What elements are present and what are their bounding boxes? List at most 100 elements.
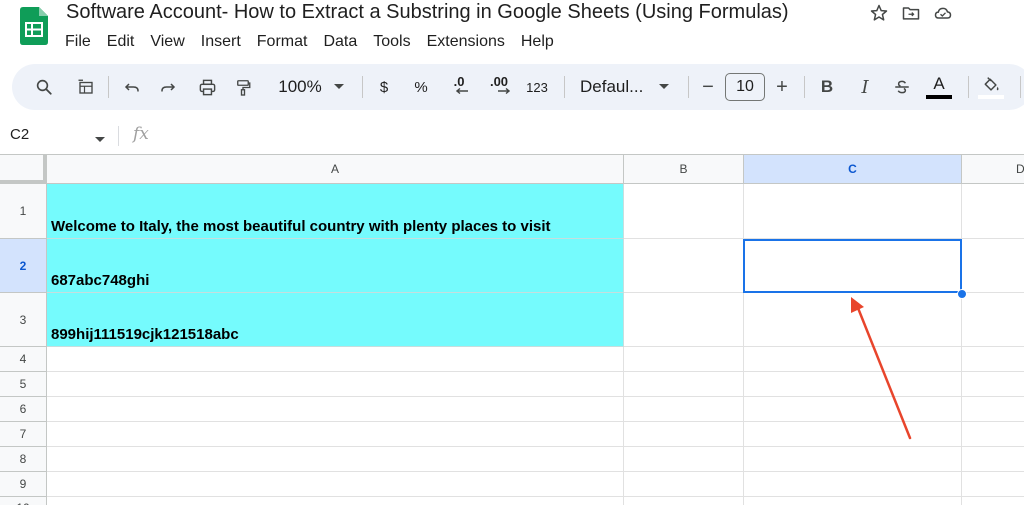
- fill-color-button[interactable]: [978, 64, 1004, 110]
- paint-bucket-icon: [984, 76, 999, 91]
- cell-c9[interactable]: [744, 472, 962, 497]
- menu-file[interactable]: File: [57, 28, 99, 56]
- more-formats-button[interactable]: 123: [522, 64, 552, 110]
- cell-a7[interactable]: [47, 422, 624, 447]
- cell-a5[interactable]: [47, 372, 624, 397]
- active-cell-selection[interactable]: [743, 239, 962, 293]
- row-header-2[interactable]: 2: [0, 239, 47, 293]
- row-header-7[interactable]: 7: [0, 422, 47, 447]
- cell-b8[interactable]: [624, 447, 744, 472]
- cell-a1[interactable]: Welcome to Italy, the most beautiful cou…: [47, 184, 624, 239]
- cell-d1[interactable]: [962, 184, 1024, 239]
- menu-format[interactable]: Format: [249, 28, 316, 56]
- document-title[interactable]: Software Account- How to Extract a Subst…: [66, 0, 789, 24]
- search-menus-icon[interactable]: [30, 64, 58, 110]
- menu-help[interactable]: Help: [513, 28, 562, 56]
- italic-button[interactable]: I: [853, 64, 877, 110]
- zoom-select[interactable]: 100%: [270, 64, 330, 110]
- text-color-swatch: [926, 95, 952, 99]
- row-header-8[interactable]: 8: [0, 447, 47, 472]
- increase-decimal-button[interactable]: .00: [484, 64, 514, 110]
- redo-icon[interactable]: [154, 64, 182, 110]
- menu-data[interactable]: Data: [315, 28, 365, 56]
- cell-d7[interactable]: [962, 422, 1024, 447]
- cell-b9[interactable]: [624, 472, 744, 497]
- cell-d8[interactable]: [962, 447, 1024, 472]
- decrease-font-size-button[interactable]: −: [696, 64, 720, 110]
- cell-a8[interactable]: [47, 447, 624, 472]
- cell-b7[interactable]: [624, 422, 744, 447]
- star-icon[interactable]: [868, 2, 890, 24]
- column-header-c[interactable]: C: [744, 155, 962, 184]
- cell-a2[interactable]: 687abc748ghi: [47, 239, 624, 293]
- menu-tools[interactable]: Tools: [365, 28, 418, 56]
- cell-c6[interactable]: [744, 397, 962, 422]
- cell-d3[interactable]: [962, 293, 1024, 347]
- cell-a4[interactable]: [47, 347, 624, 372]
- font-size-input[interactable]: 10: [725, 73, 765, 101]
- cell-c8[interactable]: [744, 447, 962, 472]
- strikethrough-icon[interactable]: [890, 64, 914, 110]
- row-header-6[interactable]: 6: [0, 397, 47, 422]
- menu-view[interactable]: View: [142, 28, 192, 56]
- cell-d6[interactable]: [962, 397, 1024, 422]
- row-header-1[interactable]: 1: [0, 184, 47, 239]
- cell-d2[interactable]: [962, 239, 1024, 293]
- sheets-logo-icon[interactable]: [18, 6, 50, 46]
- cell-b4[interactable]: [624, 347, 744, 372]
- cell-d10[interactable]: [962, 497, 1024, 505]
- menu-insert[interactable]: Insert: [193, 28, 249, 56]
- row-header-3[interactable]: 3: [0, 293, 47, 347]
- cloud-status-icon[interactable]: [932, 2, 954, 24]
- filter-views-icon[interactable]: [72, 64, 100, 110]
- cell-b6[interactable]: [624, 397, 744, 422]
- row-header-9[interactable]: 9: [0, 472, 47, 497]
- cell-a3[interactable]: 899hij111519cjk121518abc: [47, 293, 624, 347]
- font-dropdown-icon[interactable]: [656, 64, 672, 110]
- currency-format-button[interactable]: $: [372, 64, 396, 110]
- formula-input[interactable]: [165, 126, 1005, 146]
- font-family-select[interactable]: Defaul...: [574, 64, 658, 110]
- name-box-dropdown-icon[interactable]: [95, 130, 105, 148]
- column-header-d[interactable]: D: [962, 155, 1024, 184]
- increase-font-size-button[interactable]: +: [770, 64, 794, 110]
- bold-button[interactable]: B: [815, 64, 839, 110]
- row-header-4[interactable]: 4: [0, 347, 47, 372]
- move-to-folder-icon[interactable]: [900, 2, 922, 24]
- cell-b2[interactable]: [624, 239, 744, 293]
- text-color-button[interactable]: A: [926, 64, 952, 110]
- cell-a10[interactable]: [47, 497, 624, 505]
- cell-b5[interactable]: [624, 372, 744, 397]
- cell-d9[interactable]: [962, 472, 1024, 497]
- cell-a6[interactable]: [47, 397, 624, 422]
- percent-format-button[interactable]: %: [409, 64, 433, 110]
- cell-c5[interactable]: [744, 372, 962, 397]
- row-header-10[interactable]: 10: [0, 497, 47, 505]
- cell-b1[interactable]: [624, 184, 744, 239]
- cell-c4[interactable]: [744, 347, 962, 372]
- cell-a9[interactable]: [47, 472, 624, 497]
- zoom-dropdown-icon[interactable]: [330, 64, 348, 110]
- select-all-corner[interactable]: [0, 155, 47, 184]
- name-box[interactable]: C2: [10, 126, 29, 143]
- cell-d4[interactable]: [962, 347, 1024, 372]
- cell-c7[interactable]: [744, 422, 962, 447]
- cell-d5[interactable]: [962, 372, 1024, 397]
- paint-format-icon[interactable]: [229, 64, 257, 110]
- menu-edit[interactable]: Edit: [99, 28, 143, 56]
- cell-b3[interactable]: [624, 293, 744, 347]
- undo-icon[interactable]: [118, 64, 146, 110]
- cell-c10[interactable]: [744, 497, 962, 505]
- cell-c1[interactable]: [744, 184, 962, 239]
- fill-handle[interactable]: [957, 289, 967, 299]
- fill-color-swatch: [978, 94, 1004, 99]
- cell-b10[interactable]: [624, 497, 744, 505]
- column-header-b[interactable]: B: [624, 155, 744, 184]
- row-header-5[interactable]: 5: [0, 372, 47, 397]
- decrease-decimal-button[interactable]: .0: [446, 64, 472, 110]
- cell-c3[interactable]: [744, 293, 962, 347]
- menu-extensions[interactable]: Extensions: [419, 28, 513, 56]
- column-header-a[interactable]: A: [47, 155, 624, 184]
- print-icon[interactable]: [193, 64, 221, 110]
- toolbar-divider: [564, 76, 565, 98]
